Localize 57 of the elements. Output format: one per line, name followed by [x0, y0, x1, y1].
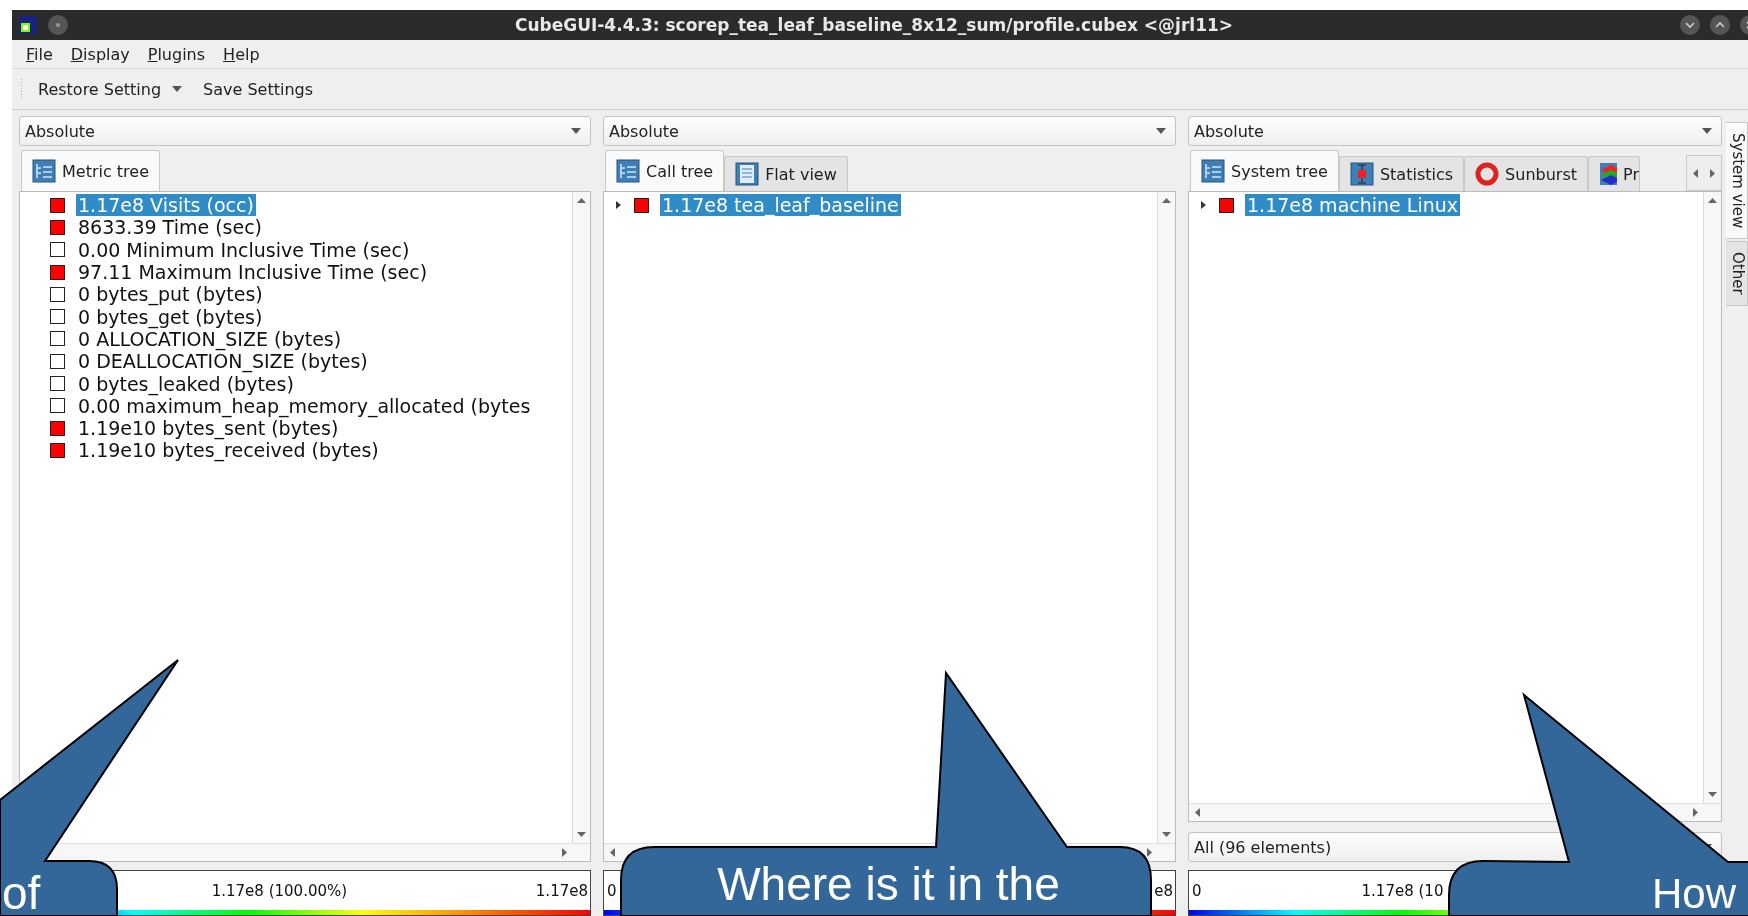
- tree-item[interactable]: 8633.39 Time (sec): [76, 216, 264, 239]
- min-value: 0: [1192, 881, 1202, 900]
- dot-icon: [55, 22, 61, 28]
- mode-dropdown[interactable]: Absolute: [19, 116, 591, 146]
- tree-item[interactable]: 0 bytes_leaked (bytes): [76, 372, 296, 395]
- callout-text: of: [2, 866, 41, 916]
- menu-item[interactable]: File: [26, 44, 53, 64]
- side-tab[interactable]: System view: [1726, 122, 1748, 240]
- min-value: 0: [607, 881, 617, 900]
- view-tab[interactable]: System tree: [1190, 150, 1339, 191]
- save-settings-button[interactable]: Save Settings: [197, 75, 320, 103]
- callout-text: How: [1652, 870, 1737, 916]
- view-tab[interactable]: Pr: [1588, 156, 1640, 191]
- mode-dropdown[interactable]: Absolute: [1188, 116, 1722, 146]
- window-menu-button[interactable]: [48, 15, 68, 35]
- menu-item[interactable]: Display: [70, 44, 130, 64]
- box-plot-icon: [1349, 162, 1374, 186]
- tree-item[interactable]: 0 DEALLOCATION_SIZE (bytes): [76, 350, 370, 373]
- tree-item[interactable]: 1.17e8 machine Linux: [1245, 194, 1460, 217]
- mode-dropdown[interactable]: Absolute: [603, 116, 1176, 146]
- tree-item[interactable]: 1.17e8 tea_leaf_baseline: [660, 194, 901, 217]
- app-icon: [18, 15, 38, 35]
- menu-item[interactable]: Plugins: [147, 44, 206, 64]
- tree-view-icon: [1201, 159, 1225, 183]
- max-value: e8: [1154, 881, 1173, 900]
- current-value: 1.17e8 (10: [1360, 881, 1444, 900]
- window-title: CubeGUI-4.4.3: scorep_tea_leaf_baseline_8x12_sum/profile.cubex <@jrl11>: [513, 15, 1235, 35]
- chevron-up-icon: [1715, 21, 1725, 29]
- tree-item[interactable]: 0.00 Minimum Inclusive Time (sec): [76, 238, 412, 261]
- chevron-down-icon: [1685, 21, 1695, 29]
- tree-view-icon: [32, 159, 56, 183]
- tree-item[interactable]: 97.11 Maximum Inclusive Time (sec): [76, 261, 430, 284]
- ring-chart-icon: [1475, 162, 1500, 186]
- tree-item[interactable]: 1.17e8 Visits (occ): [76, 194, 256, 217]
- max-value: 1.17e8: [535, 881, 588, 900]
- tree-view-icon: [616, 159, 640, 183]
- menu-item[interactable]: Help: [223, 44, 260, 64]
- minimize-button[interactable]: [1680, 15, 1700, 35]
- caret-icon: [171, 85, 184, 93]
- restore-setting-button[interactable]: Restore Setting: [32, 75, 190, 103]
- view-tab[interactable]: Call tree: [605, 150, 725, 191]
- collapsed-arrow-icon[interactable]: [1198, 199, 1208, 212]
- side-tab[interactable]: Other: [1726, 241, 1748, 306]
- view-tab[interactable]: Flat view: [724, 156, 848, 191]
- current-value: 1.17e8 (100.00%): [211, 881, 348, 900]
- layers-icon: [1599, 162, 1618, 186]
- collapsed-arrow-icon[interactable]: [613, 199, 623, 212]
- maximize-button[interactable]: [1710, 15, 1730, 35]
- tree-item[interactable]: 0 bytes_put (bytes): [76, 283, 265, 306]
- list-view-icon: [735, 162, 760, 186]
- view-tab[interactable]: Statistics: [1338, 156, 1465, 191]
- tree-item[interactable]: 0 bytes_get (bytes): [76, 305, 265, 328]
- tree-item[interactable]: 1.19e10 bytes_received (bytes): [76, 439, 381, 462]
- callout-text: Where is it in the: [716, 857, 1061, 911]
- view-tab[interactable]: Sunburst: [1464, 156, 1588, 191]
- view-tab[interactable]: Metric tree: [21, 150, 160, 191]
- tree-item[interactable]: 1.19e10 bytes_sent (bytes): [76, 417, 341, 440]
